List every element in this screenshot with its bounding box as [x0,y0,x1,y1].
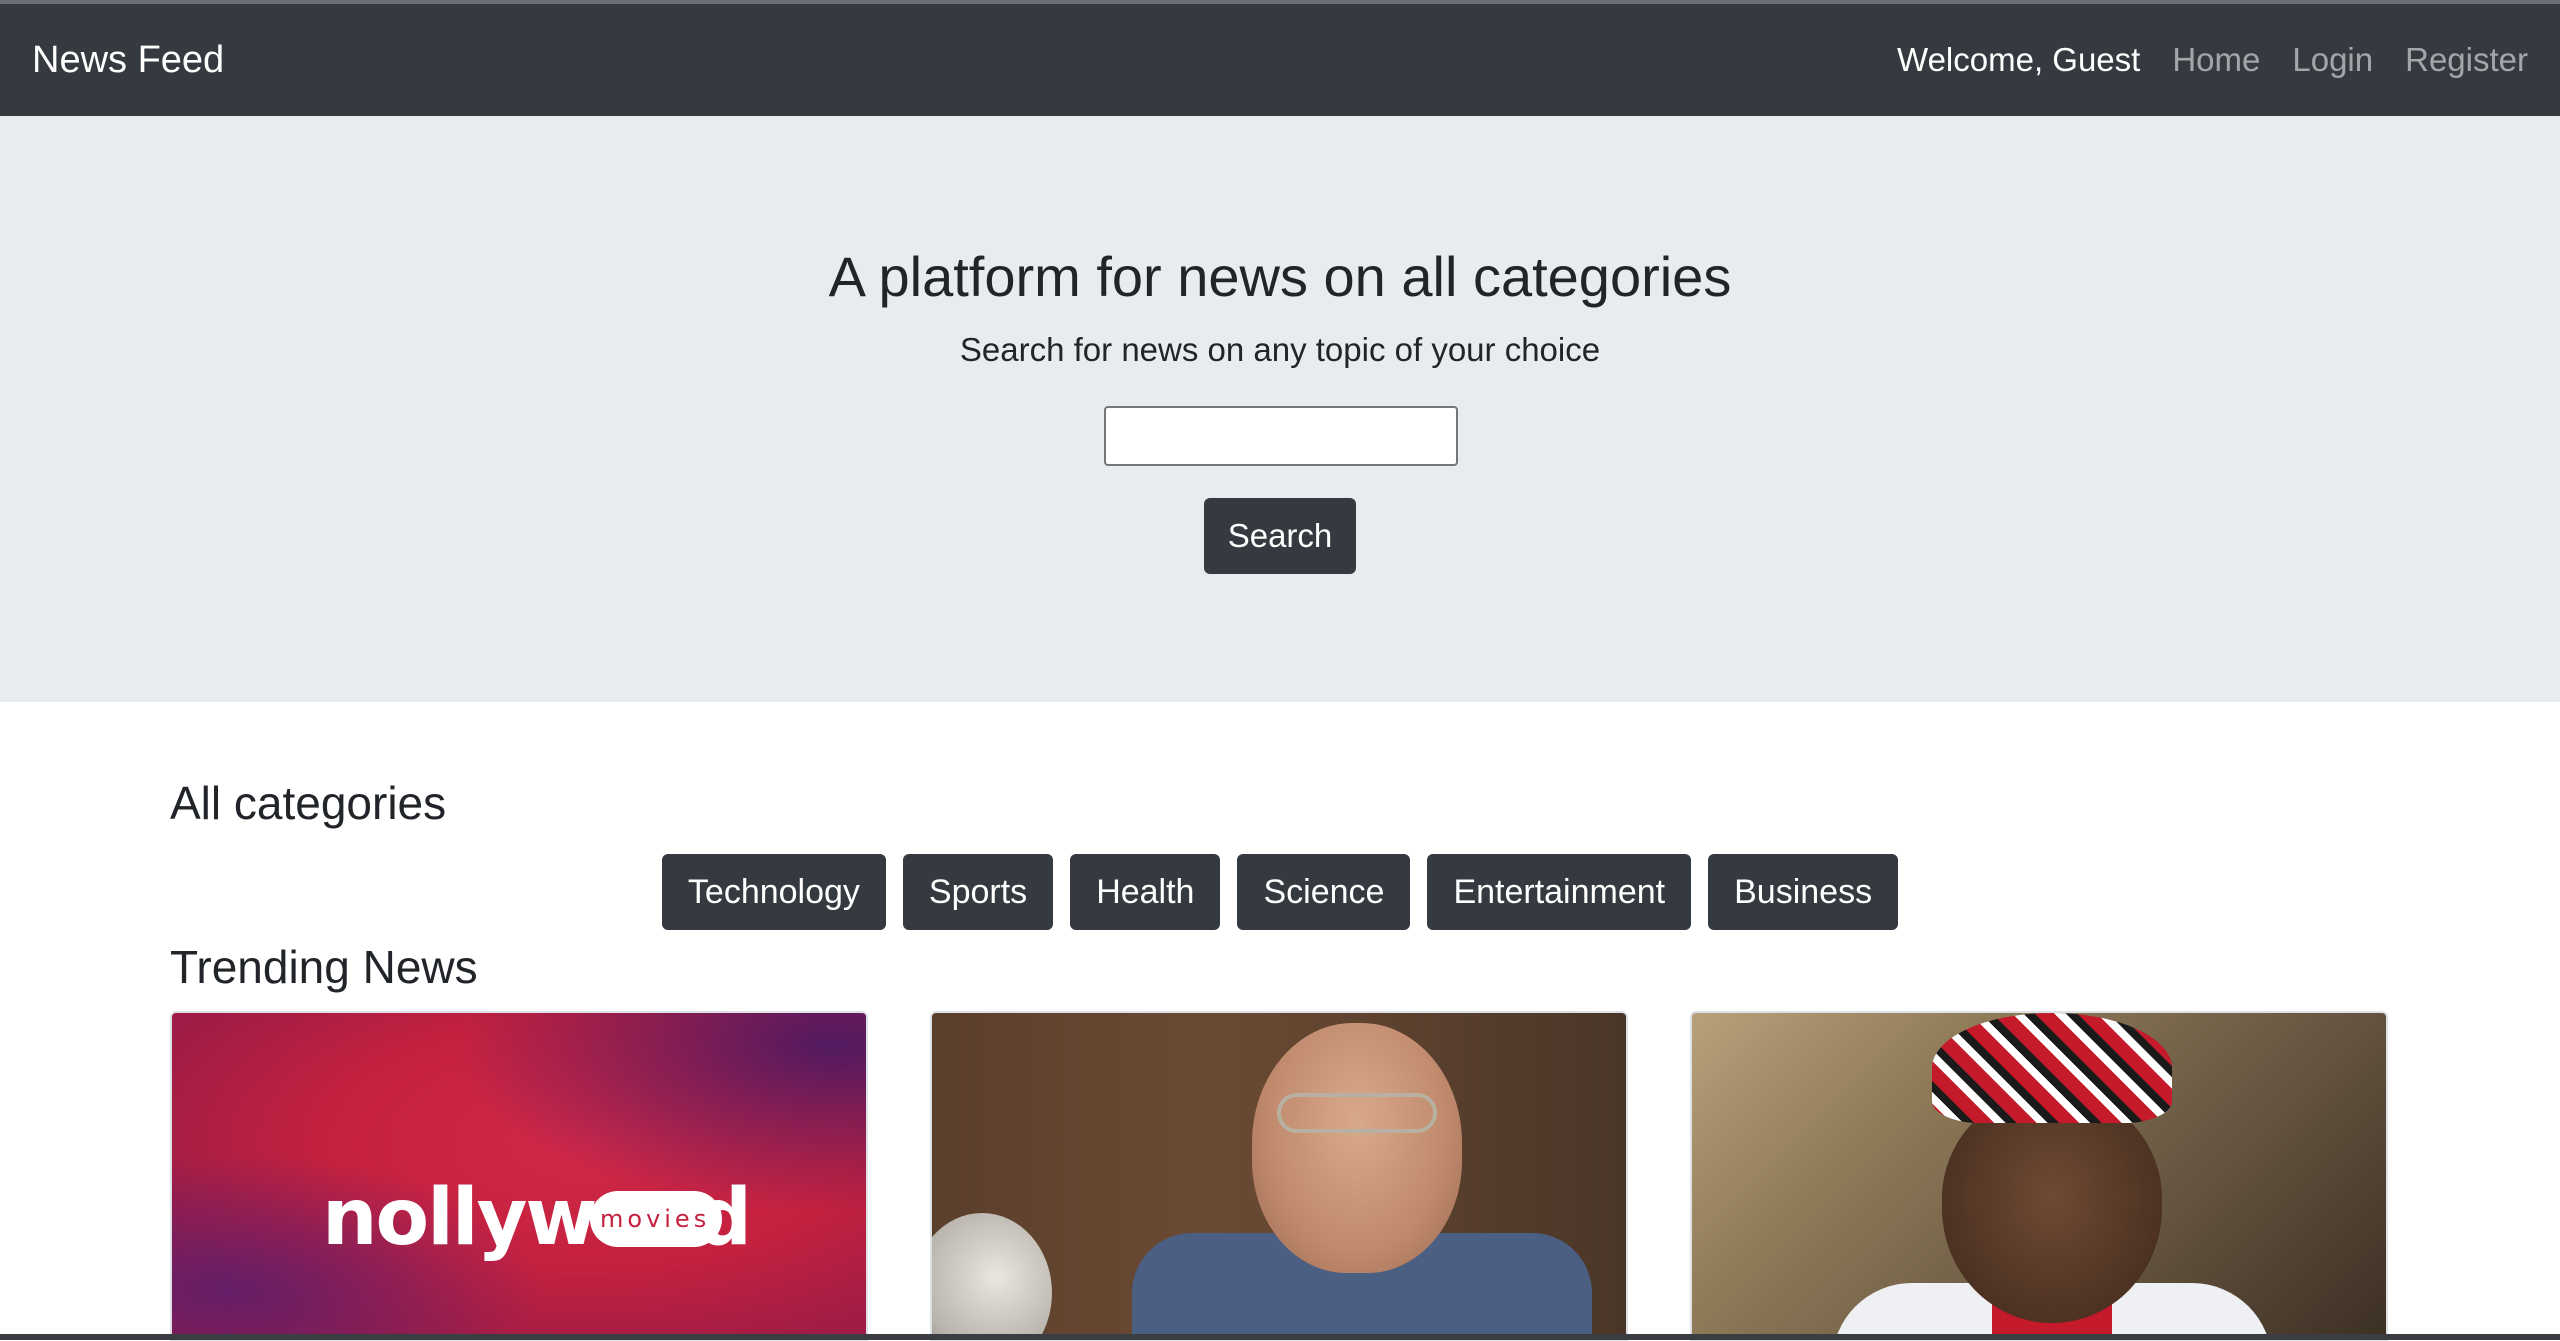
nollywood-movies-image[interactable]: nollyw d movies [172,1013,866,1339]
category-science-button[interactable]: Science [1237,854,1411,930]
nav-links: Welcome, Guest Home Login Register [1897,41,2528,79]
nav-login-link[interactable]: Login [2292,41,2373,79]
category-entertainment-button[interactable]: Entertainment [1427,854,1692,930]
navbar: News Feed Welcome, Guest Home Login Regi… [0,4,2560,116]
globe-shape [932,1213,1052,1339]
category-sports-button[interactable]: Sports [902,854,1054,930]
man-in-red-hat-image[interactable] [1692,1013,2386,1339]
news-card[interactable] [1690,1011,2388,1341]
search-input[interactable] [1104,406,1458,466]
news-card[interactable] [930,1011,1628,1341]
hat-shape [1932,1013,2172,1123]
trending-heading: Trending News [170,941,478,993]
nav-register-link[interactable]: Register [2405,41,2528,79]
man-with-glasses-image[interactable] [932,1013,1626,1339]
head-shape [1252,1023,1462,1273]
brand-logo[interactable]: News Feed [32,39,224,82]
hero-section: A platform for news on all categories Se… [0,116,2560,702]
category-technology-button[interactable]: Technology [661,854,886,930]
category-health-button[interactable]: Health [1070,854,1221,930]
window-bottom-edge [0,1334,2560,1340]
hero-title: A platform for news on all categories [828,245,1732,308]
news-card[interactable]: nollyw d movies [170,1011,868,1341]
trending-cards: nollyw d movies [170,1011,2388,1341]
categories-heading: All categories [170,777,447,829]
welcome-text: Welcome, Guest [1897,41,2141,78]
hero-subtitle: Search for news on any topic of your cho… [959,331,1601,368]
nav-home-link[interactable]: Home [2172,41,2260,79]
category-business-button[interactable]: Business [1708,854,1899,930]
category-buttons: Technology Sports Health Science Enterta… [0,854,2560,930]
face-shape [1942,1093,2162,1323]
nollywood-logo-sub: movies [600,1205,711,1233]
glasses-shape [1277,1093,1437,1133]
search-button[interactable]: Search [1204,498,1356,574]
